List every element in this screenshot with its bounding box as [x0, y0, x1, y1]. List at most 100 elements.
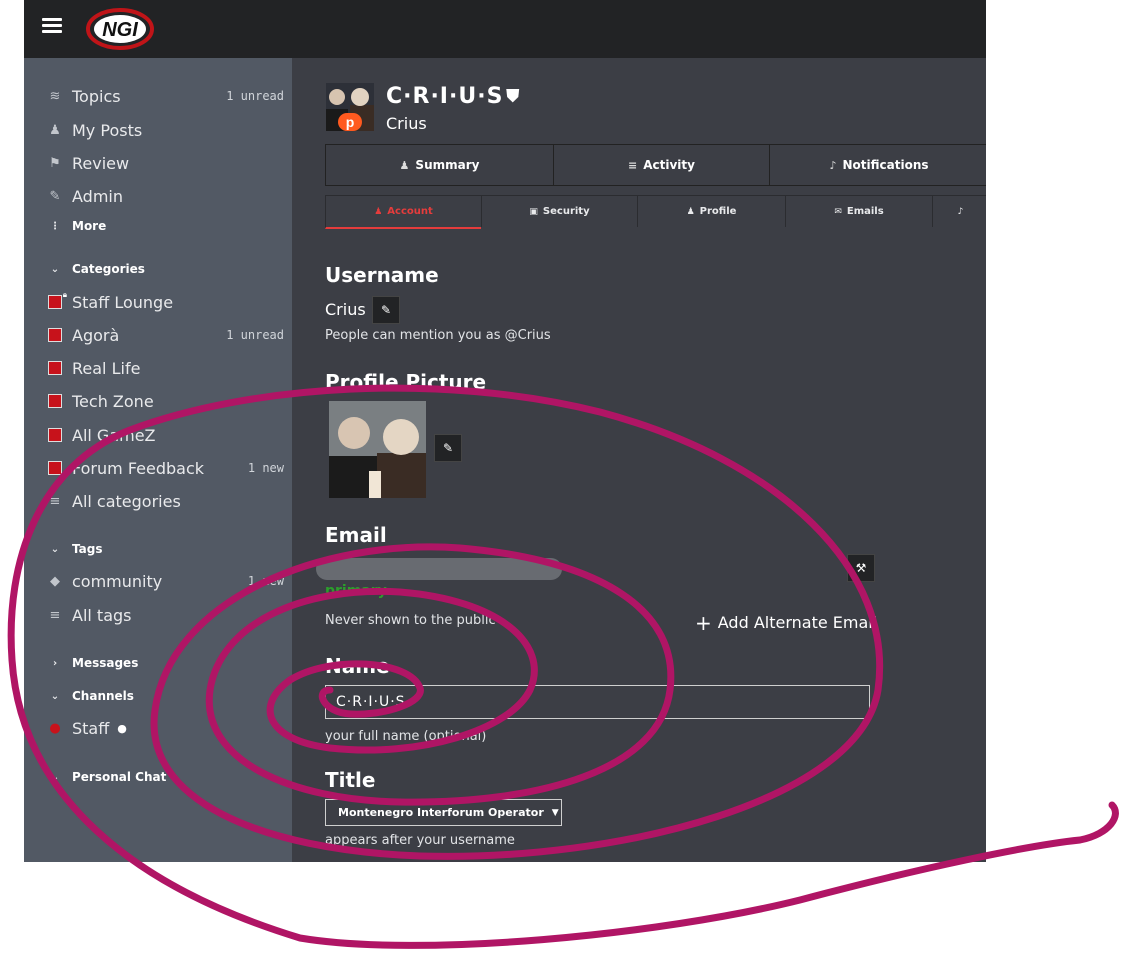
sidebar-item-review[interactable]: ⚑ Review: [48, 150, 129, 176]
profile-username: Crius: [386, 114, 427, 133]
sidebar-category-real-life[interactable]: Real Life: [48, 355, 140, 381]
profile-picture[interactable]: [329, 401, 426, 498]
tab-profile[interactable]: ♟ Profile: [637, 195, 785, 227]
chevron-down-icon: ⌄: [50, 543, 60, 555]
username-heading: Username: [325, 263, 439, 287]
sidebar-category-tech-zone[interactable]: Tech Zone: [48, 388, 154, 414]
tab-activity[interactable]: ≡ Activity: [553, 144, 769, 186]
edit-profile-picture-button[interactable]: ✎: [434, 434, 462, 462]
category-color-swatch: 🔒︎: [48, 290, 67, 309]
sidebar-category-agora[interactable]: Agorà 1 unread: [48, 322, 284, 348]
category-color-swatch: [48, 361, 62, 375]
category-label: All GameZ: [72, 425, 156, 445]
tab-security[interactable]: ▣ Security: [481, 195, 637, 227]
channels-heading[interactable]: ⌄ Channels: [48, 689, 134, 703]
chevron-down-icon: ⌄: [50, 690, 60, 702]
list-icon: ≡: [49, 493, 61, 509]
categories-heading[interactable]: ⌄ Categories: [48, 262, 145, 276]
sidebar-item-label: Admin: [72, 186, 123, 206]
svg-text:NGI: NGI: [102, 19, 138, 41]
sidebar-more[interactable]: ⋮ More: [48, 219, 106, 233]
title-select[interactable]: Montenegro Interforum Operator ▼: [325, 799, 562, 826]
tab-notifications[interactable]: ♪ Notifications: [769, 144, 986, 186]
tab-more[interactable]: ♪: [932, 195, 986, 227]
tab-label: Notifications: [842, 158, 929, 172]
tags-heading-label: Tags: [72, 542, 103, 556]
channel-label: Staff: [72, 718, 110, 738]
header-bar: NGI: [24, 0, 986, 58]
unread-count: 1 unread: [226, 89, 284, 103]
sidebar-all-categories[interactable]: ≡ All categories: [48, 488, 181, 514]
new-count: 1 new: [247, 574, 284, 588]
sidebar-item-admin[interactable]: ✎ Admin: [48, 183, 123, 209]
title-hint: appears after your username: [325, 833, 515, 848]
chevron-down-icon: ⌄: [50, 771, 60, 783]
email-heading: Email: [325, 523, 387, 547]
personal-chat-heading[interactable]: ⌄ Personal Chat: [48, 770, 167, 784]
mention-hint: People can mention you as @Crius: [325, 328, 551, 343]
title-heading: Title: [325, 768, 376, 792]
channel-lock-icon: ●: [49, 720, 61, 736]
edit-username-button[interactable]: ✎: [372, 296, 400, 324]
sidebar-channel-staff[interactable]: ● Staff ●: [48, 715, 127, 741]
sidebar-category-forum-feedback[interactable]: Forum Feedback 1 new: [48, 455, 284, 481]
name-heading: Name: [325, 654, 390, 678]
lock-icon: ▣: [529, 206, 538, 217]
add-alternate-email-label: Add Alternate Email: [717, 613, 878, 632]
messages-heading[interactable]: › Messages: [48, 656, 138, 670]
name-input[interactable]: C·R·I·U·S: [325, 685, 870, 719]
username-value: Crius: [325, 300, 366, 319]
category-label: Agorà: [72, 325, 120, 345]
category-label: Tech Zone: [72, 391, 154, 411]
sidebar: ≋ Topics 1 unread ♟ My Posts ⚑ Review ✎ …: [24, 58, 292, 862]
shield-icon: ⛊: [506, 86, 520, 107]
category-label: Staff Lounge: [72, 292, 174, 312]
tab-emails[interactable]: ✉ Emails: [785, 195, 932, 227]
categories-heading-label: Categories: [72, 262, 145, 276]
bell-icon: ♪: [957, 206, 964, 217]
sidebar-item-my-posts[interactable]: ♟ My Posts: [48, 117, 142, 143]
all-categories-label: All categories: [72, 491, 181, 511]
secondary-tabs: ♟ Account ▣ Security ♟ Profile ✉ Emails …: [325, 195, 986, 229]
category-label: Real Life: [72, 358, 141, 378]
primary-tabs: ♟ Summary ≡ Activity ♪ Notifications: [325, 144, 986, 186]
envelope-icon: ✉: [834, 206, 842, 217]
wrench-icon: ✎: [49, 188, 61, 204]
wrench-icon: ⚒: [855, 561, 867, 575]
sidebar-tag-community[interactable]: ◆ community 1 new: [48, 568, 284, 594]
plus-icon: +: [695, 610, 712, 635]
category-label: Forum Feedback: [72, 458, 205, 478]
profile-picture-heading: Profile Picture: [325, 370, 487, 394]
main-content: p C·R·I·U·S ⛊ Crius ♟ Summary ≡ Activity…: [292, 58, 986, 862]
sidebar-category-staff-lounge[interactable]: 🔒︎ Staff Lounge: [48, 289, 173, 315]
profile-display-name: C·R·I·U·S: [386, 84, 504, 109]
flag-icon: ⚑: [49, 155, 61, 171]
name-hint: your full name (optional): [325, 729, 487, 744]
sidebar-item-topics[interactable]: ≋ Topics 1 unread: [48, 83, 284, 109]
email-redacted: [316, 558, 562, 580]
tab-account[interactable]: ♟ Account: [325, 195, 481, 229]
user-icon: ♟: [49, 122, 61, 138]
email-settings-button[interactable]: ⚒: [847, 554, 875, 582]
lock-icon: 🔒︎: [62, 290, 67, 299]
sidebar-item-label: Topics: [72, 86, 121, 106]
sidebar-all-tags[interactable]: ≡ All tags: [48, 602, 132, 628]
tab-label: Security: [542, 206, 590, 217]
sidebar-item-label: Review: [72, 153, 130, 173]
tag-label: community: [72, 571, 163, 591]
ellipsis-vertical-icon: ⋮: [50, 220, 60, 232]
avatar[interactable]: p: [326, 83, 374, 131]
tab-summary[interactable]: ♟ Summary: [325, 144, 553, 186]
site-logo[interactable]: NGI: [84, 6, 156, 52]
add-alternate-email-button[interactable]: + Add Alternate Email: [695, 610, 878, 635]
title-select-value: Montenegro Interforum Operator: [338, 806, 544, 819]
hamburger-menu-icon[interactable]: [42, 18, 62, 34]
chevron-down-icon: ⌄: [50, 263, 60, 275]
user-icon: ♟: [374, 206, 383, 217]
category-color-swatch: [48, 461, 62, 475]
app-window: NGI ≋ Topics 1 unread ♟ My Posts ⚑ Revie…: [24, 0, 986, 862]
tags-heading[interactable]: ⌄ Tags: [48, 542, 103, 556]
layers-icon: ≋: [49, 88, 61, 104]
sidebar-category-all-gamez[interactable]: All GameZ: [48, 422, 156, 448]
category-color-swatch: [48, 328, 62, 342]
